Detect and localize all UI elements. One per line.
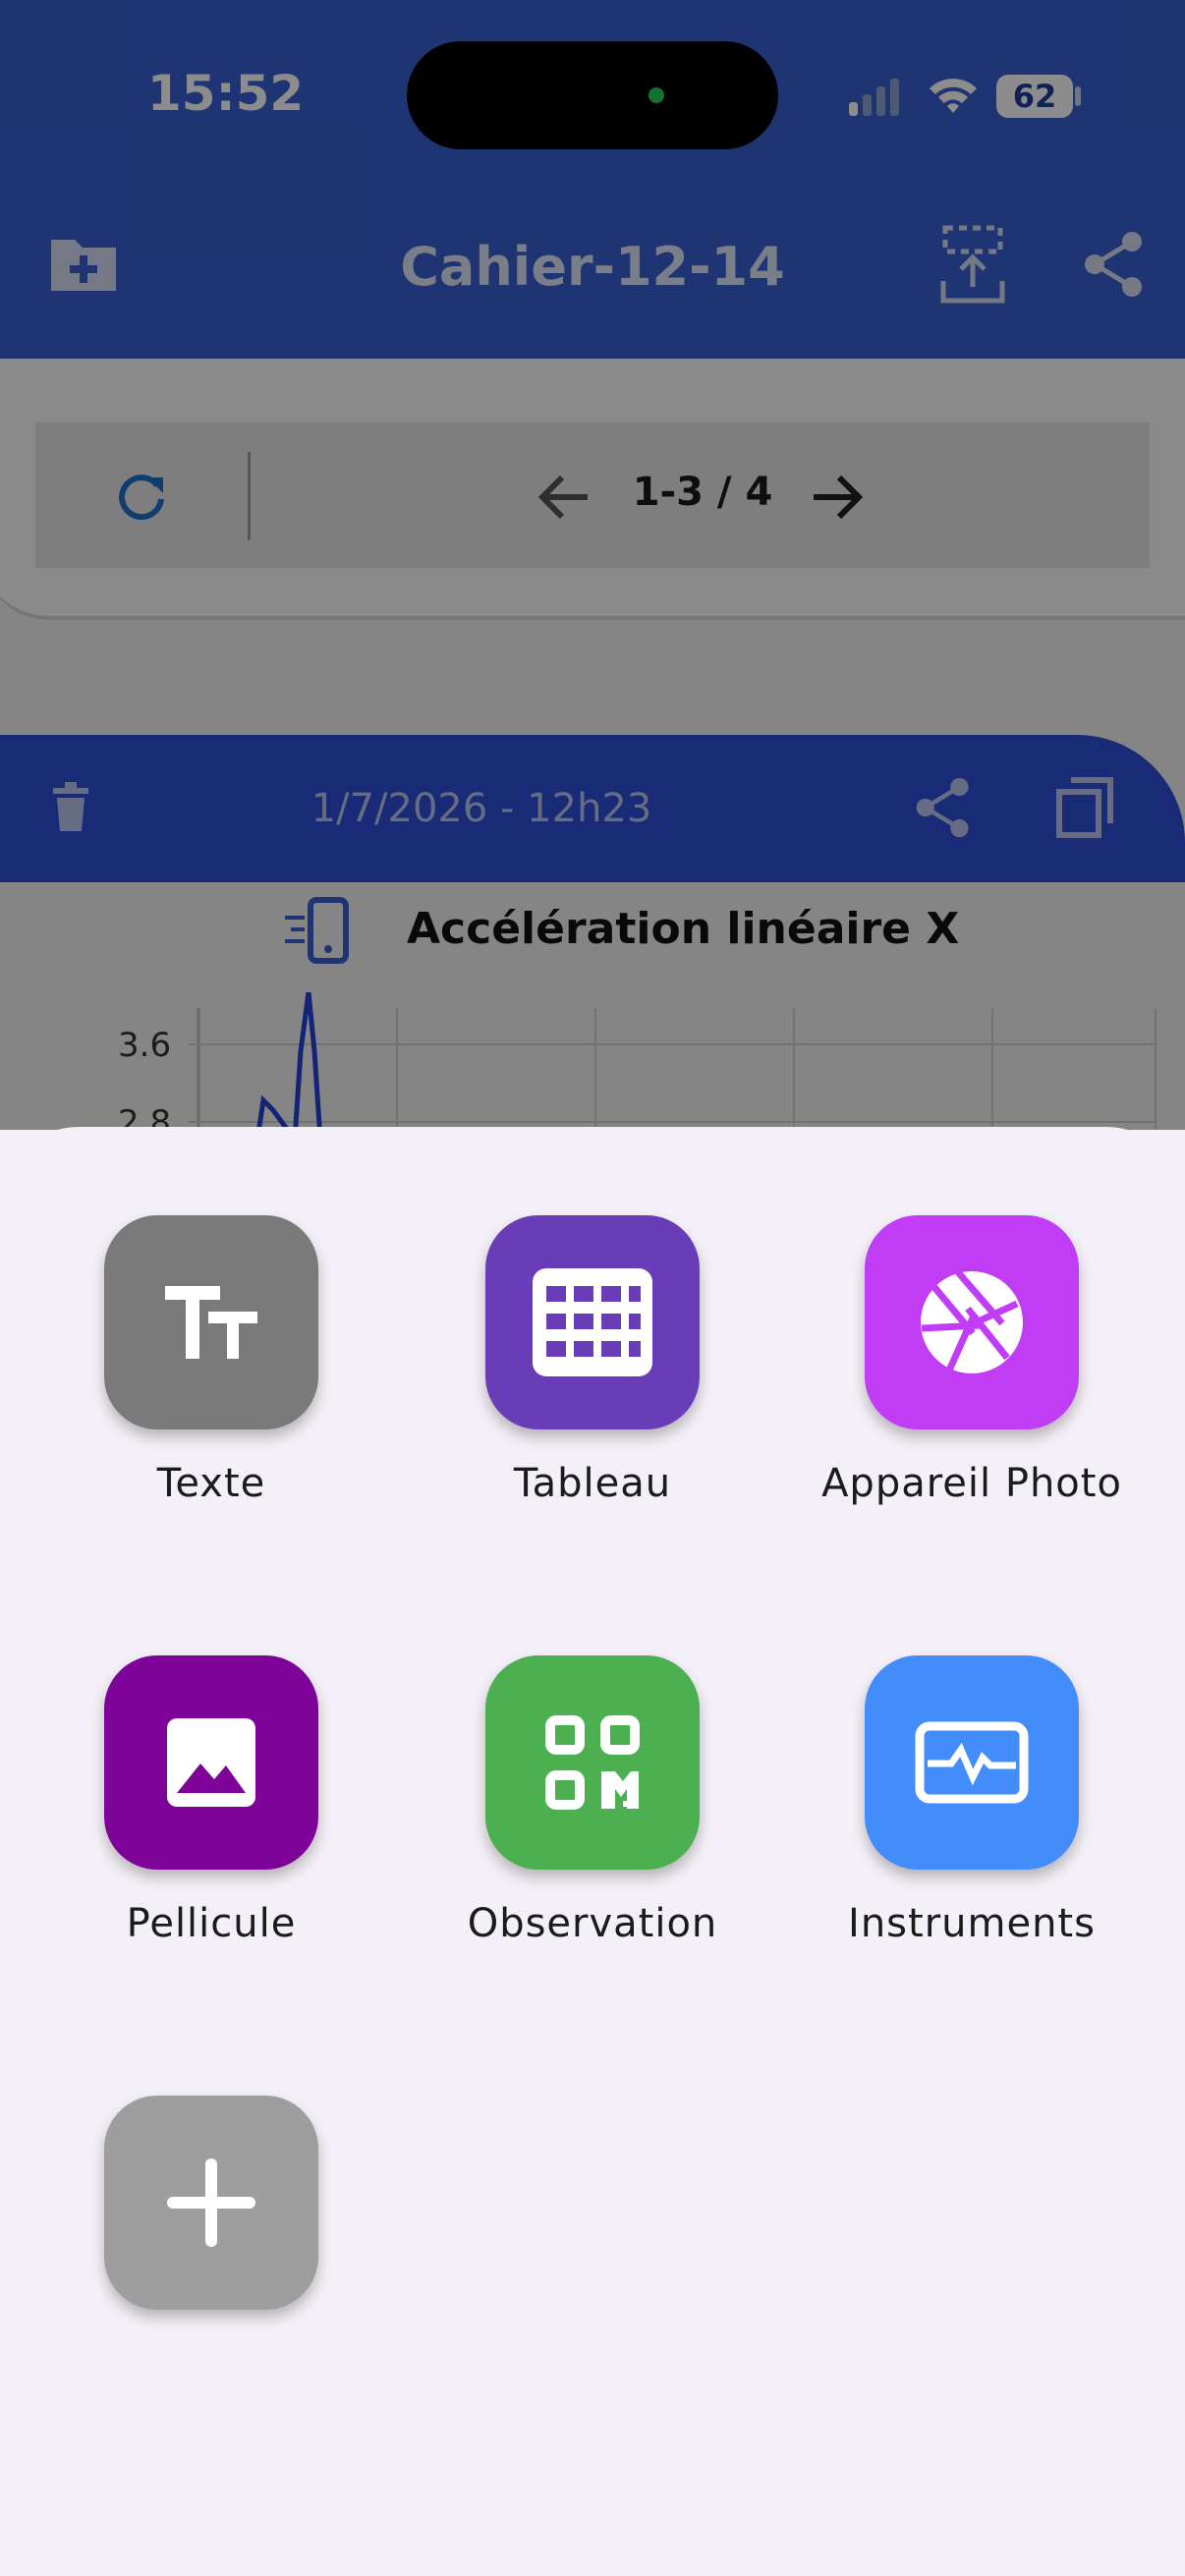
table-grid-icon — [533, 1268, 652, 1376]
background-app: 15:52 62 Cahier-12-14 1-3 / 4 1/7/2026 -… — [0, 0, 1185, 1130]
add-more-button[interactable] — [104, 2096, 318, 2310]
text-size-icon — [165, 1286, 257, 1359]
instruments-label: Instruments — [848, 1901, 1096, 1946]
camera-roll-label: Pellicule — [126, 1901, 297, 1946]
observation-button[interactable] — [485, 1655, 700, 1870]
camera-roll-button[interactable] — [104, 1655, 318, 1870]
text-button[interactable] — [104, 1215, 318, 1429]
image-icon — [167, 1718, 255, 1807]
observation-label: Observation — [467, 1901, 718, 1946]
plus-icon — [167, 2158, 255, 2247]
text-label: Texte — [156, 1461, 266, 1506]
table-label: Tableau — [513, 1461, 672, 1506]
monitor-pulse-icon — [915, 1721, 1029, 1804]
camera-button[interactable] — [865, 1215, 1079, 1429]
table-button[interactable] — [485, 1215, 700, 1429]
instruments-button[interactable] — [865, 1655, 1079, 1870]
qr-code-icon — [545, 1715, 640, 1810]
add-content-sheet: Texte Tableau Appareil Photo Pellicule O… — [0, 1127, 1185, 2576]
camera-label: Appareil Photo — [821, 1461, 1122, 1506]
modal-scrim[interactable] — [0, 0, 1185, 1130]
camera-aperture-icon — [921, 1269, 1023, 1374]
